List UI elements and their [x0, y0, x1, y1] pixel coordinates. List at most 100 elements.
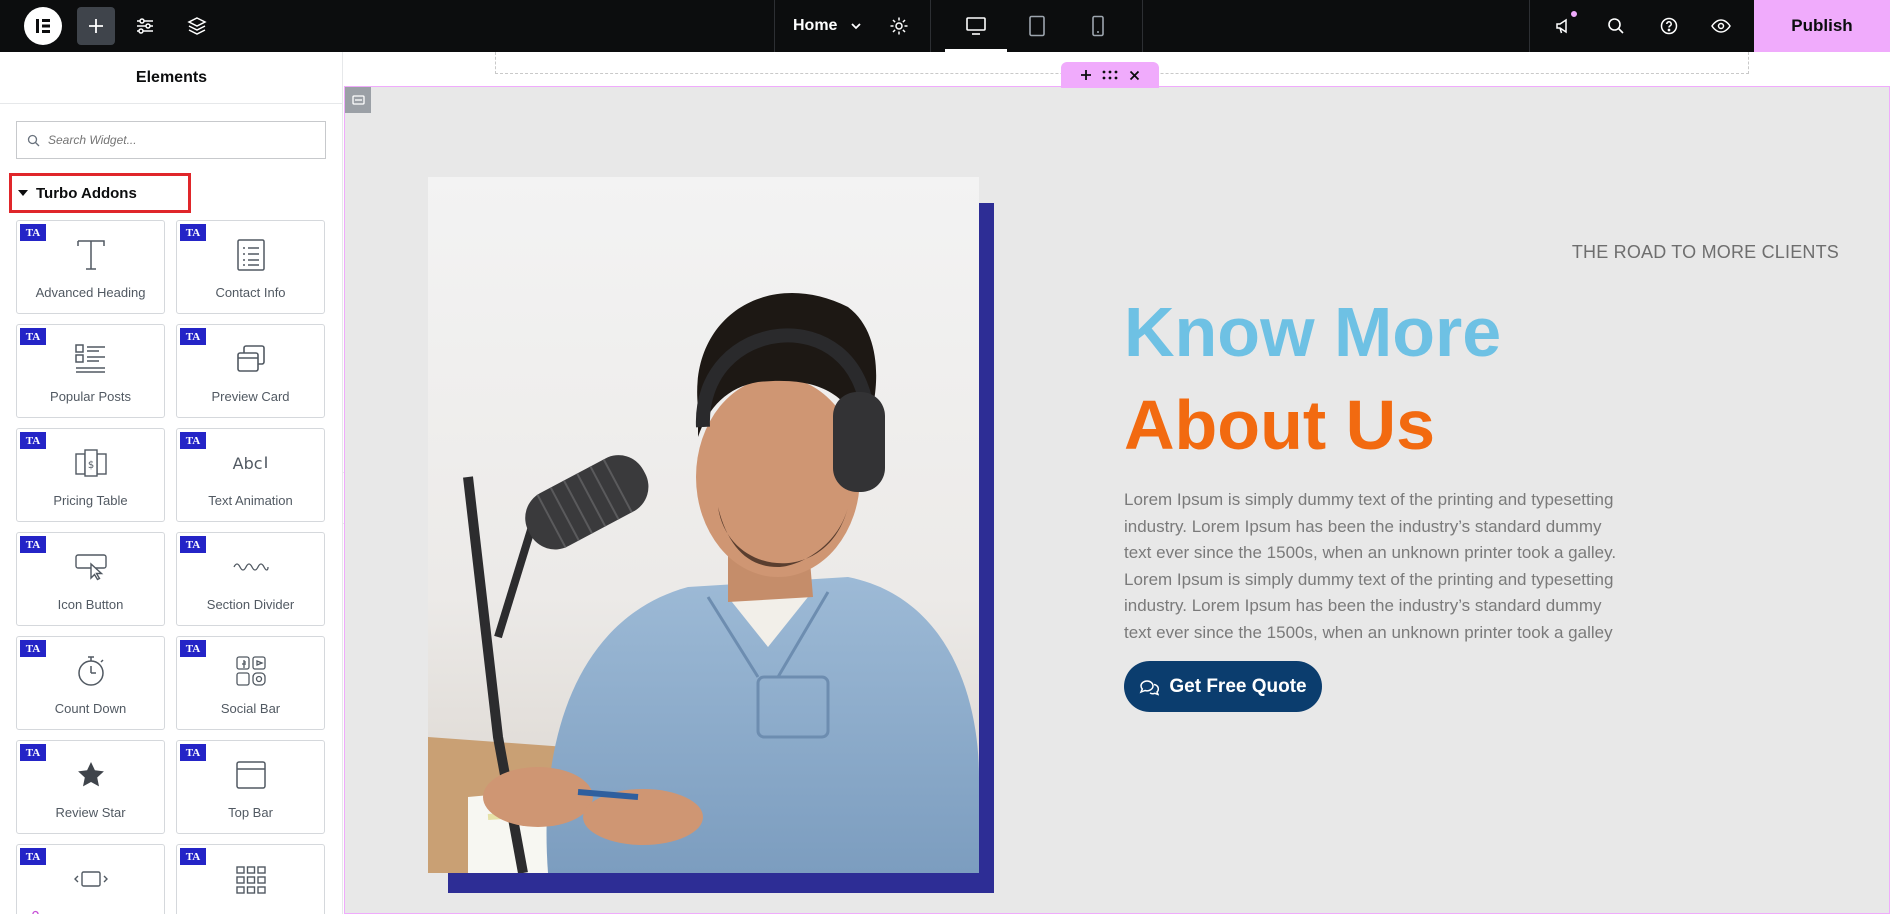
structure-button[interactable]	[182, 0, 212, 52]
widget-label: Icon Button	[57, 597, 124, 612]
widget-label: Count Down	[54, 701, 127, 716]
widget-label: Top Bar	[228, 805, 273, 820]
widget-social-bar[interactable]: TA Social Bar	[176, 636, 325, 730]
drag-handle-icon[interactable]	[1102, 70, 1118, 80]
paragraph-line: text ever since the 1500s, when an unkno…	[1124, 543, 1617, 562]
social-icons-icon	[235, 656, 266, 686]
mobile-icon	[1092, 15, 1104, 37]
window-bar-icon	[235, 761, 266, 789]
page-settings-button[interactable]	[884, 0, 914, 52]
plus-icon	[89, 19, 103, 33]
grid-icon	[235, 866, 266, 894]
search-icon	[1608, 18, 1624, 34]
text-cursor-icon: Abc I	[232, 453, 269, 473]
about-image-wrapper	[428, 177, 994, 893]
gear-icon	[890, 17, 908, 35]
close-icon[interactable]	[1129, 70, 1140, 81]
widget-preview-card[interactable]: TA Preview Card	[176, 324, 325, 418]
page-selector[interactable]: Home	[793, 0, 863, 52]
heading-about-us: About Us	[1124, 386, 1436, 464]
preview-button[interactable]	[1706, 0, 1736, 52]
search-icon	[27, 134, 40, 146]
help-button[interactable]	[1654, 0, 1684, 52]
widget-label: Preview Card	[211, 389, 290, 404]
desktop-view-button[interactable]	[945, 0, 1007, 52]
finder-button[interactable]	[1601, 0, 1631, 52]
widget-label: Review Star	[55, 805, 126, 820]
widget-section-divider[interactable]: TA Section Divider	[176, 532, 325, 626]
widget-slider[interactable]: TA	[16, 844, 165, 914]
widget-review-star[interactable]: TA Review Star	[16, 740, 165, 834]
button-label: Get Free Quote	[1169, 675, 1307, 697]
widget-popular-posts[interactable]: TA Popular Posts	[16, 324, 165, 418]
toolbar-divider	[930, 0, 931, 52]
search-widget-input[interactable]	[48, 133, 318, 147]
elementor-logo-icon[interactable]	[24, 7, 62, 45]
text-animation-glyph: Abc	[232, 453, 263, 473]
paragraph-line: Lorem Ipsum is simply dummy text of the …	[1124, 490, 1614, 509]
megaphone-icon	[1556, 18, 1567, 34]
widget-label: Pricing Table	[53, 493, 128, 508]
podcaster-photo[interactable]	[428, 177, 979, 873]
chat-bubbles-icon	[1139, 679, 1160, 696]
category-label: Turbo Addons	[36, 184, 137, 202]
widget-count-down[interactable]: TA Count Down	[16, 636, 165, 730]
paragraph-line: industry. Lorem Ipsum has been the indus…	[1124, 596, 1602, 615]
sliders-icon	[137, 18, 153, 34]
chevron-down-icon	[851, 23, 862, 30]
plus-icon[interactable]	[1080, 69, 1092, 81]
widget-label: Section Divider	[206, 597, 295, 612]
get-free-quote-button[interactable]: Get Free Quote	[1124, 661, 1322, 712]
add-element-button[interactable]	[77, 7, 115, 45]
category-turbo-addons[interactable]: Turbo Addons	[9, 173, 191, 213]
toolbar-divider	[774, 0, 775, 52]
slider-arrows-icon	[73, 871, 108, 887]
top-toolbar: Home Publish	[0, 0, 1890, 52]
image-frame-horizontal	[448, 871, 994, 893]
widget-advanced-heading[interactable]: TA Advanced Heading	[16, 220, 165, 314]
eye-icon	[1711, 19, 1731, 33]
section-edit-tag[interactable]	[345, 87, 371, 113]
about-section[interactable]: THE ROAD TO MORE CLIENTS Know More About…	[344, 86, 1890, 914]
layers-icon	[187, 17, 207, 35]
posts-list-icon	[74, 344, 105, 373]
widget-label: Social Bar	[220, 701, 281, 716]
site-settings-button[interactable]	[130, 0, 160, 52]
caret-down-icon	[18, 190, 28, 196]
panel-title: Elements	[0, 52, 342, 104]
tablet-view-button[interactable]	[1022, 0, 1052, 52]
notifications-button[interactable]	[1549, 0, 1579, 52]
heading-icon	[76, 240, 105, 270]
contact-list-icon	[236, 239, 265, 271]
editor-canvas: THE ROAD TO MORE CLIENTS Know More About…	[344, 52, 1890, 914]
toolbar-divider	[1529, 0, 1530, 52]
section-kicker: THE ROAD TO MORE CLIENTS	[1571, 242, 1839, 262]
publish-label: Publish	[1791, 16, 1853, 35]
widget-top-bar[interactable]: TA Top Bar	[176, 740, 325, 834]
svg-text:$: $	[87, 460, 93, 471]
mobile-view-button[interactable]	[1083, 0, 1113, 52]
widget-pricing-table[interactable]: TA $ Pricing Table	[16, 428, 165, 522]
star-icon	[77, 762, 104, 787]
elements-panel: Elements Turbo Addons TA Advanced Headin…	[0, 52, 343, 914]
widget-grid-layout[interactable]: TA	[176, 844, 325, 914]
widget-text-animation[interactable]: TA Abc I Text Animation	[176, 428, 325, 522]
paragraph-line: Lorem Ipsum is simply dummy text of the …	[1124, 569, 1614, 589]
section-handle	[1061, 62, 1159, 88]
paragraph-line: industry. Lorem Ipsum has been the indus…	[1124, 516, 1602, 536]
widget-contact-info[interactable]: TA Contact Info	[176, 220, 325, 314]
widget-label: Popular Posts	[50, 389, 131, 404]
notification-dot	[1570, 10, 1578, 18]
tablet-icon	[1029, 15, 1045, 37]
widget-icon-button[interactable]: TA Icon Button	[16, 532, 165, 626]
publish-button[interactable]: Publish	[1754, 0, 1890, 52]
pricing-table-icon: $	[74, 449, 107, 477]
podcaster-illustration	[428, 293, 979, 873]
container-icon	[351, 95, 365, 105]
search-box	[16, 121, 326, 159]
toolbar-divider	[1142, 0, 1143, 52]
paragraph-line: text ever since the 1500s, when an unkno…	[1124, 622, 1613, 642]
page-name: Home	[793, 17, 838, 34]
heading-know-more: Know More	[1124, 293, 1502, 371]
help-icon	[1660, 17, 1678, 35]
